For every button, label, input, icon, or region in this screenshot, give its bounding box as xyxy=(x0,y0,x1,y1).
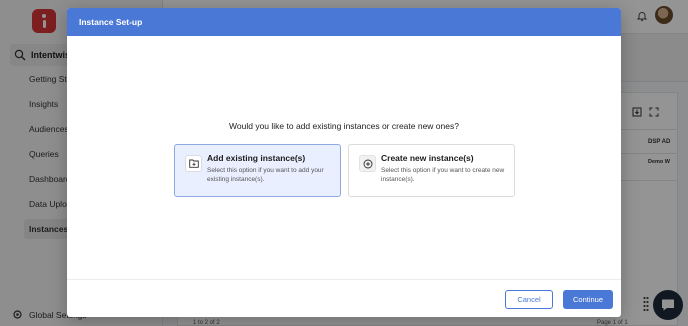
cancel-button[interactable]: Cancel xyxy=(505,290,553,309)
option-create-new-instances[interactable]: Create new instance(s) Select this optio… xyxy=(348,144,515,197)
instance-setup-modal: Instance Set-up Would you like to add ex… xyxy=(67,8,621,317)
folder-plus-icon xyxy=(185,155,202,172)
modal-header: Instance Set-up xyxy=(67,8,621,36)
option-title: Add existing instance(s) xyxy=(207,153,306,163)
option-add-existing-instances[interactable]: Add existing instance(s) Select this opt… xyxy=(174,144,341,197)
plus-circle-icon xyxy=(359,155,376,172)
option-description: Select this option if you want to add yo… xyxy=(207,167,324,183)
modal-footer-divider xyxy=(67,279,621,280)
modal-question: Would you like to add existing instances… xyxy=(229,121,459,131)
continue-button[interactable]: Continue xyxy=(563,290,613,309)
option-title: Create new instance(s) xyxy=(381,153,474,163)
option-description: Select this option if you want to create… xyxy=(381,167,505,183)
modal-title: Instance Set-up xyxy=(79,17,143,27)
